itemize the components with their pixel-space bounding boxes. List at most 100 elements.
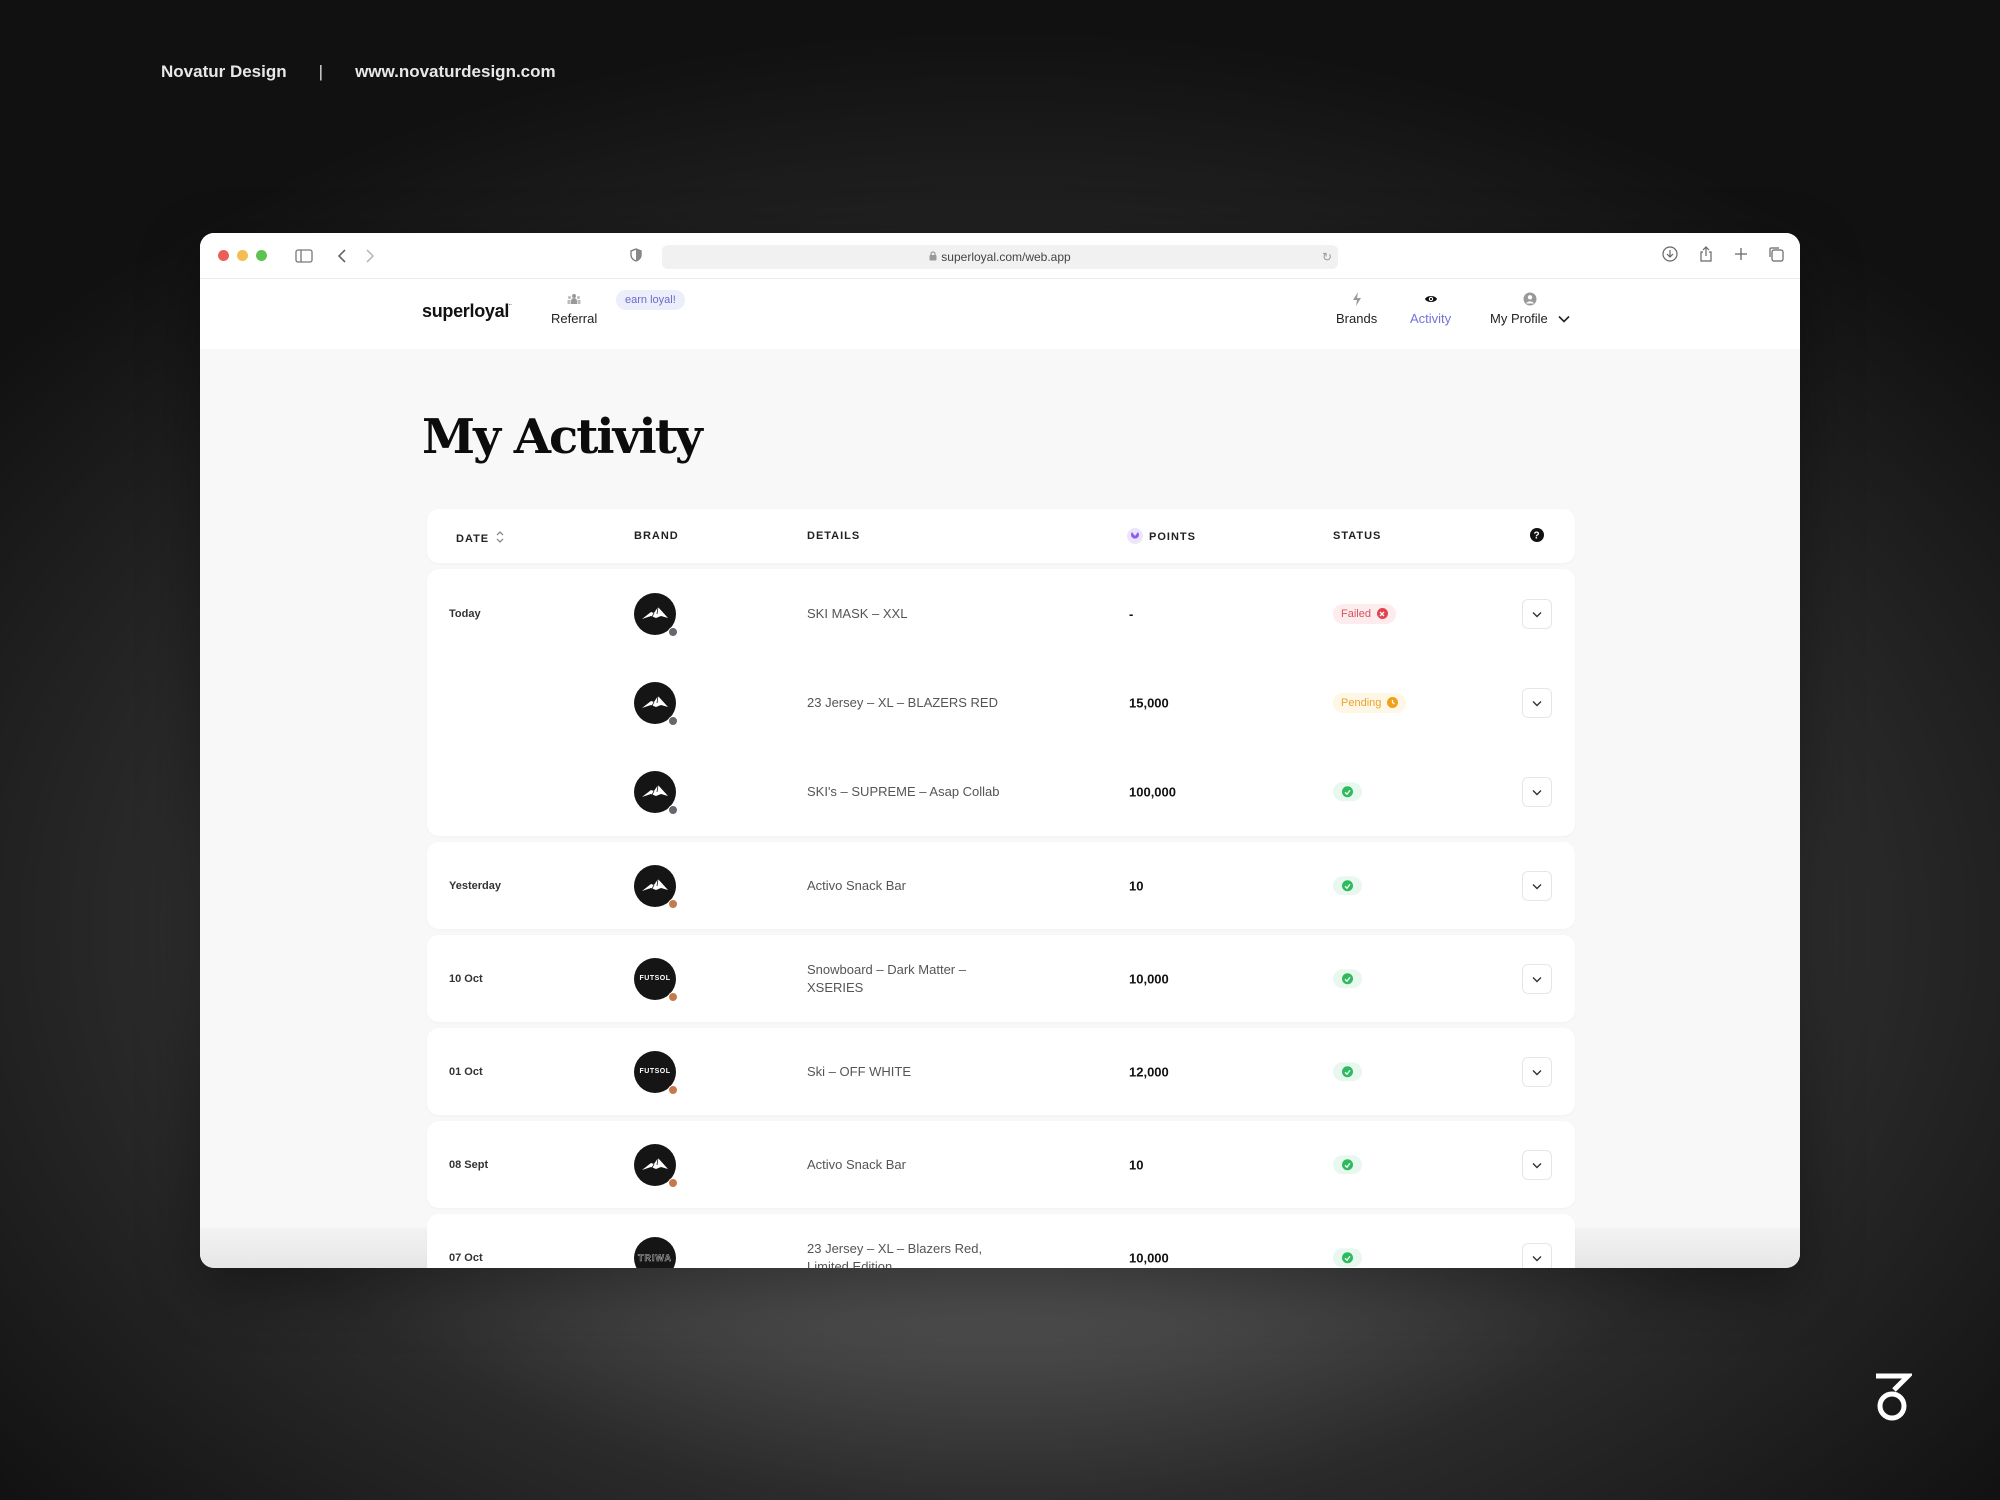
row-details: 23 Jersey – XL – BLAZERS RED	[807, 694, 998, 710]
row-details: SKI's – SUPREME – Asap Collab	[807, 783, 1000, 799]
studio-name: Novatur Design	[161, 62, 287, 81]
superloyal-logo[interactable]: superloyal¨	[422, 301, 512, 322]
column-header-status: STATUS	[1333, 530, 1381, 542]
details-header-label: DETAILS	[807, 530, 861, 542]
nav-profile-label: My Profile	[1490, 311, 1548, 326]
brand-logo[interactable]: FUTSOL	[634, 957, 678, 1002]
table-row[interactable]: 01 Oct FUTSOL Ski – OFF WHITE 12,000	[427, 1028, 1575, 1115]
row-points: -	[1129, 606, 1134, 621]
brand-logo[interactable]	[634, 864, 678, 909]
reload-icon[interactable]: ↻	[1322, 250, 1332, 264]
table-row[interactable]: Today SKI MASK – XXL - Failed	[427, 569, 1575, 658]
tab-overview-icon[interactable]	[1768, 245, 1784, 263]
download-icon[interactable]	[1662, 245, 1678, 263]
row-date: 08 Sept	[449, 1158, 489, 1171]
table-row[interactable]: SKI's – SUPREME – Asap Collab 100,000	[427, 747, 1575, 836]
chevron-down-icon	[1532, 1156, 1542, 1174]
check-circle-icon	[1342, 1252, 1353, 1264]
sidebar-toggle-icon[interactable]	[295, 248, 313, 263]
row-date: 10 Oct	[449, 972, 483, 985]
row-date: Today	[449, 607, 481, 620]
expand-row-button[interactable]	[1522, 870, 1552, 901]
row-points: 12,000	[1129, 1064, 1169, 1079]
new-tab-icon[interactable]	[1734, 245, 1748, 263]
table-row[interactable]: 10 Oct FUTSOL Snowboard – Dark Matter – XS…	[427, 935, 1575, 1022]
row-points: 15,000	[1129, 695, 1169, 710]
nav-activity[interactable]: Activity	[1410, 291, 1451, 326]
chevron-down-icon	[1532, 877, 1542, 895]
check-circle-icon	[1342, 1159, 1353, 1171]
table-row[interactable]: 23 Jersey – XL – BLAZERS RED 15,000 Pendin…	[427, 658, 1575, 747]
privacy-shield-icon[interactable]	[630, 248, 642, 267]
expand-row-button[interactable]	[1522, 963, 1552, 994]
address-bar[interactable]: superloyal.com/web.app ↻	[662, 245, 1338, 269]
minimize-window-button[interactable]	[237, 250, 248, 261]
expand-row-button[interactable]	[1522, 1242, 1552, 1268]
brand-avatar	[634, 770, 678, 815]
table-row[interactable]: 08 Sept Activo Snack Bar 10	[427, 1121, 1575, 1208]
brand-name-text: FUTSOL	[639, 1068, 671, 1075]
points-coin-icon	[1127, 528, 1143, 544]
nav-referral[interactable]: Referral	[551, 291, 597, 326]
row-date: Yesterday	[449, 879, 501, 892]
brand-logo[interactable]	[634, 681, 678, 726]
brand-status-dot	[668, 626, 678, 637]
studio-website: www.novaturdesign.com	[355, 62, 556, 81]
expand-row-button[interactable]	[1522, 598, 1552, 629]
forward-icon[interactable]	[365, 248, 375, 264]
column-header-date[interactable]: DATE	[456, 530, 505, 547]
status-badge	[1333, 1062, 1362, 1082]
status-label: Pending	[1341, 696, 1382, 709]
check-circle-icon	[1342, 880, 1353, 892]
table-row[interactable]: Yesterday Activo Snack Bar 10	[427, 842, 1575, 929]
maximize-window-button[interactable]	[256, 250, 267, 261]
table-row[interactable]: 07 Oct TRIWA 23 Jersey – XL – Blazers Red,…	[427, 1214, 1575, 1268]
status-cell	[1333, 876, 1362, 896]
share-icon[interactable]	[1698, 245, 1714, 263]
column-header-brand: BRAND	[634, 530, 679, 542]
nav-my-profile[interactable]: My Profile	[1490, 291, 1570, 326]
row-details: Activo Snack Bar	[807, 877, 906, 893]
status-badge	[1333, 969, 1362, 989]
brand-logo[interactable]	[634, 1143, 678, 1188]
nav-brands[interactable]: Brands	[1336, 291, 1377, 326]
brand-logo[interactable]: FUTSOL	[634, 1050, 678, 1095]
svg-text:?: ?	[1533, 531, 1540, 542]
status-cell	[1333, 1248, 1362, 1268]
activity-group: Today SKI MASK – XXL - Failed 23 Jersey – XL…	[427, 569, 1575, 836]
row-points: 10,000	[1129, 971, 1169, 986]
mountain-logo-icon	[642, 784, 668, 800]
brand-logo[interactable]: TRIWA	[634, 1236, 676, 1268]
chevron-down-icon	[1532, 783, 1542, 801]
status-badge	[1333, 1248, 1362, 1268]
brand-avatar: TRIWA	[634, 1236, 676, 1268]
designer-credit: Novatur Design | www.novaturdesign.com	[161, 62, 556, 82]
expand-row-button[interactable]	[1522, 1149, 1552, 1180]
expand-row-button[interactable]	[1522, 687, 1552, 718]
brand-logo[interactable]	[634, 592, 678, 637]
back-icon[interactable]	[337, 248, 347, 264]
brand-name-text: TRIWA	[638, 1252, 672, 1263]
activity-group: 10 Oct FUTSOL Snowboard – Dark Matter – XS…	[427, 935, 1575, 1022]
chevron-down-icon	[1532, 1249, 1542, 1267]
expand-row-button[interactable]	[1522, 776, 1552, 807]
chevron-down-icon	[1532, 1063, 1542, 1081]
close-window-button[interactable]	[218, 250, 229, 261]
brand-status-dot	[668, 1177, 678, 1188]
column-header-points: POINTS	[1127, 528, 1196, 544]
page-title: My Activity	[422, 409, 703, 465]
status-cell: Failed	[1333, 603, 1396, 624]
browser-toolbar: superloyal.com/web.app ↻	[200, 233, 1800, 279]
brand-avatar	[634, 592, 678, 637]
url-text: superloyal.com/web.app	[941, 250, 1071, 264]
brand-logo[interactable]	[634, 770, 678, 815]
row-points: 10	[1129, 1157, 1144, 1172]
earn-loyal-badge[interactable]: earn loyal!	[616, 290, 685, 310]
row-date: 07 Oct	[449, 1251, 483, 1264]
window-controls	[218, 250, 267, 261]
expand-row-button[interactable]	[1522, 1056, 1552, 1087]
chevron-down-icon	[1532, 970, 1542, 988]
chevron-down-icon[interactable]	[1558, 311, 1570, 326]
sort-icon[interactable]	[495, 530, 505, 547]
help-icon[interactable]: ?	[1530, 528, 1544, 542]
